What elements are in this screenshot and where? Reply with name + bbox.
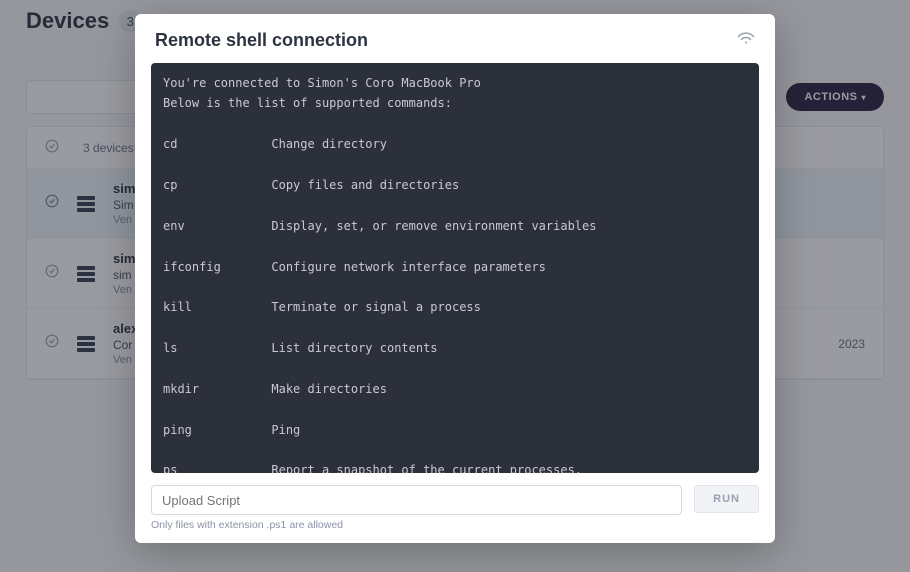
modal-header: Remote shell connection bbox=[135, 14, 775, 63]
upload-hint: Only files with extension .ps1 are allow… bbox=[151, 519, 759, 531]
modal-overlay[interactable]: Remote shell connection You're connected… bbox=[0, 0, 910, 572]
upload-script-input[interactable] bbox=[151, 485, 682, 515]
terminal-output[interactable]: You're connected to Simon's Coro MacBook… bbox=[151, 63, 759, 473]
modal-footer: RUN Only files with extension .ps1 are a… bbox=[135, 485, 775, 543]
modal-title: Remote shell connection bbox=[155, 30, 368, 51]
wifi-icon bbox=[737, 31, 755, 50]
remote-shell-modal: Remote shell connection You're connected… bbox=[135, 14, 775, 543]
run-button[interactable]: RUN bbox=[694, 485, 759, 513]
